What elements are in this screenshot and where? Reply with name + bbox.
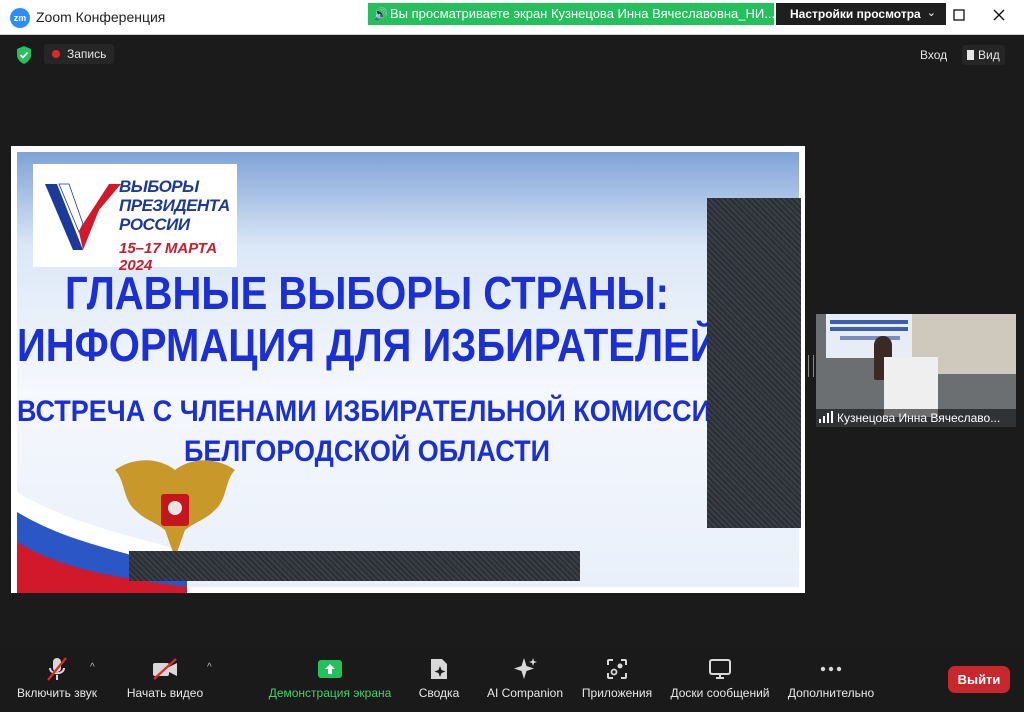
window-titlebar: zm Zoom Конференция 🔊 Вы просматриваете … xyxy=(0,0,1024,35)
share-banner-text: Вы просматриваете экран Кузнецова Инна В… xyxy=(390,6,776,21)
close-icon xyxy=(993,9,1005,21)
presentation-slide: ВЫБОРЫ ПРЕЗИДЕНТА РОССИИ 15–17 МАРТА 202… xyxy=(17,152,801,593)
record-label: Запись xyxy=(67,47,107,61)
view-settings-dropdown[interactable]: Настройки просмотра ⌄ xyxy=(776,3,946,25)
chevron-down-icon: ⌄ xyxy=(926,7,936,19)
view-label: Вид xyxy=(978,48,1000,62)
logo-text-line3: РОССИИ xyxy=(119,215,190,234)
share-screen-icon xyxy=(318,660,342,678)
unmute-label: Включить звук xyxy=(16,686,98,700)
video-podium xyxy=(884,357,938,417)
meeting-area: Запись Вход Вид ВЫБОРЫ ПРЕЗИДЕНТА РОССИИ… xyxy=(0,35,1024,712)
summary-icon xyxy=(431,659,447,679)
whiteboard-icon xyxy=(709,659,731,679)
view-button[interactable]: Вид xyxy=(962,45,1005,65)
apps-button[interactable]: Приложения xyxy=(578,656,656,700)
participant-name-label: Кузнецова Инна Вячеславо... xyxy=(816,409,1016,427)
unmute-button[interactable]: Включить звук xyxy=(14,656,100,700)
share-screen-label: Демонстрация экрана xyxy=(268,686,392,700)
ai-companion-label: AI Companion xyxy=(486,686,564,700)
more-dots-icon xyxy=(820,666,842,672)
maximize-icon xyxy=(953,9,965,21)
record-dot-icon xyxy=(52,50,60,58)
start-video-button[interactable]: Начать видео xyxy=(124,656,206,700)
start-video-label: Начать видео xyxy=(126,686,204,700)
ai-sparkle-icon xyxy=(514,658,537,679)
signal-strength-icon xyxy=(819,411,833,423)
summary-button[interactable]: Сводка xyxy=(414,656,464,700)
video-options-chevron-icon[interactable]: ^ xyxy=(207,662,212,673)
apps-icon xyxy=(607,659,627,679)
screen-share-banner: 🔊 Вы просматриваете экран Кузнецова Инна… xyxy=(368,3,776,25)
slide-heading-1: ГЛАВНЫЕ ВЫБОРЫ СТРАНЫ: xyxy=(65,268,669,320)
shared-screen: ВЫБОРЫ ПРЕЗИДЕНТА РОССИИ 15–17 МАРТА 202… xyxy=(11,146,805,593)
close-button[interactable] xyxy=(988,6,1010,28)
redacted-area-right xyxy=(707,198,801,528)
speaker-icon: 🔊 xyxy=(373,7,388,21)
video-projector-screen xyxy=(826,314,912,358)
meeting-toolbar: Включить звук ^ Начать видео ^ Демонстра… xyxy=(0,648,1024,712)
view-settings-label: Настройки просмотра xyxy=(790,7,921,21)
logo-text-line1: ВЫБОРЫ xyxy=(119,177,199,196)
panel-resize-handle[interactable] xyxy=(808,355,814,377)
audio-options-chevron-icon[interactable]: ^ xyxy=(90,662,95,673)
camera-off-icon xyxy=(153,658,177,680)
leave-meeting-button[interactable]: Выйти xyxy=(948,666,1010,693)
election-logo: ВЫБОРЫ ПРЕЗИДЕНТА РОССИИ 15–17 МАРТА 202… xyxy=(33,164,237,274)
participant-video-tile[interactable]: Кузнецова Инна Вячеславо... xyxy=(816,314,1016,427)
more-label: Дополнительно xyxy=(787,686,875,700)
summary-label: Сводка xyxy=(418,686,460,700)
zoom-logo-icon: zm xyxy=(10,8,30,28)
ai-companion-button[interactable]: AI Companion xyxy=(484,656,566,700)
participant-name: Кузнецова Инна Вячеславо... xyxy=(837,411,1001,425)
recording-indicator[interactable]: Запись xyxy=(44,44,115,64)
view-grid-icon xyxy=(967,50,974,60)
window-title: Zoom Конференция xyxy=(36,9,166,25)
whiteboards-label: Доски сообщений xyxy=(670,686,770,700)
maximize-button[interactable] xyxy=(948,6,970,28)
security-shield-icon[interactable] xyxy=(13,44,35,66)
whiteboards-button[interactable]: Доски сообщений xyxy=(666,656,774,700)
slide-heading-2: ИНФОРМАЦИЯ ДЛЯ ИЗБИРАТЕЛЕЙ xyxy=(17,320,717,372)
login-button[interactable]: Вход xyxy=(920,45,947,65)
coat-of-arms-icon xyxy=(115,460,235,558)
more-button[interactable]: Дополнительно xyxy=(784,656,878,700)
logo-text-line2: ПРЕЗИДЕНТА xyxy=(119,196,230,215)
apps-label: Приложения xyxy=(581,686,653,700)
slide-heading-3: ВСТРЕЧА С ЧЛЕНАМИ ИЗБИРАТЕЛЬНОЙ КОМИССИИ xyxy=(17,394,717,428)
share-screen-button[interactable]: Демонстрация экрана xyxy=(264,656,396,700)
redacted-area-bottom xyxy=(129,551,580,581)
microphone-muted-icon xyxy=(47,657,67,681)
